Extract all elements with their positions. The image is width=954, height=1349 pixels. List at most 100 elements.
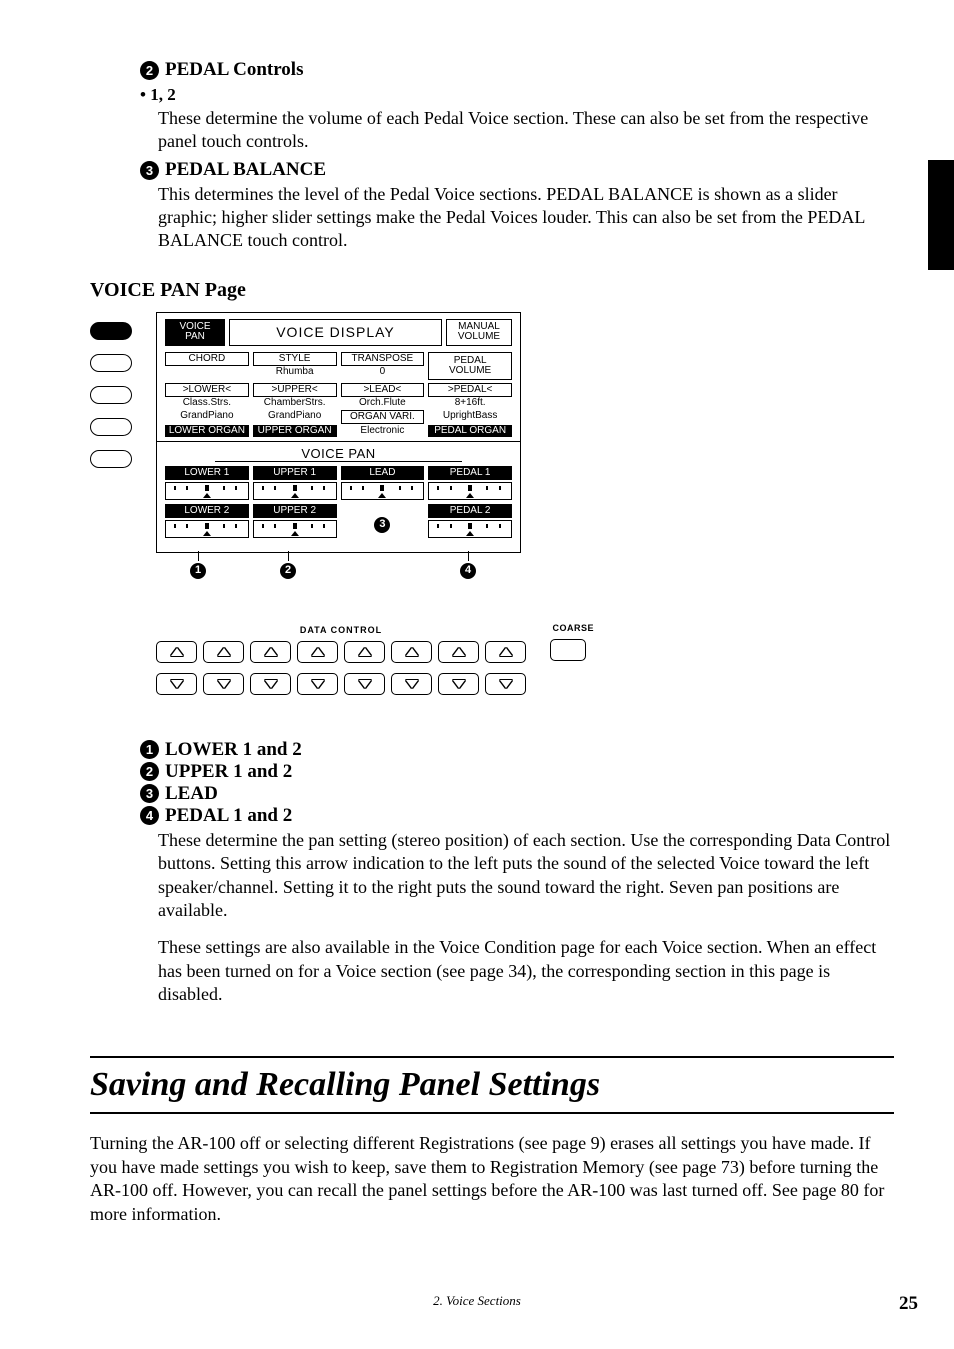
triangle-down-icon (312, 680, 324, 688)
r5-0: LOWER ORGAN (165, 425, 249, 437)
triangle-up-icon (171, 648, 183, 656)
voice-pan-tab: VOICE PAN (165, 319, 225, 346)
pedal-volume-cell: PEDAL VOLUME (428, 352, 512, 380)
r4-2: ORGAN VARI. (341, 410, 425, 424)
data-up-button (297, 641, 338, 663)
pan-slider (165, 520, 249, 538)
data-down-button (156, 673, 197, 695)
lead-head: >LEAD< (341, 383, 425, 397)
style-cell: STYLE (253, 352, 337, 366)
r4-0: GrandPiano (180, 410, 233, 422)
data-down-button (297, 673, 338, 695)
circled-4-icon: 4 (140, 806, 159, 825)
transpose-cell: TRANSPOSE (341, 352, 425, 366)
data-down-button (485, 673, 526, 695)
data-up-button (203, 641, 244, 663)
caption-text: UPPER 1 and 2 (165, 761, 292, 783)
callout-1-icon: 1 (190, 563, 206, 579)
data-down-button (391, 673, 432, 695)
circled-2-icon: 2 (140, 762, 159, 781)
caption-upper: 2 UPPER 1 and 2 (140, 761, 894, 783)
data-down-button (250, 673, 291, 695)
caption-lead: 3 LEAD (140, 783, 894, 805)
triangle-down-icon (453, 680, 465, 688)
data-up-button (156, 641, 197, 663)
data-up-button (250, 641, 291, 663)
caption-lower: 1 LOWER 1 and 2 (140, 739, 894, 761)
triangle-down-icon (171, 680, 183, 688)
saving-recalling-heading: Saving and Recalling Panel Settings (90, 1056, 894, 1104)
display-button-5 (90, 450, 132, 468)
pan-lower1: LOWER 1 (165, 466, 249, 480)
lead-val: Orch.Flute (359, 397, 406, 409)
caption-text: PEDAL 1 and 2 (165, 805, 292, 827)
data-up-button (344, 641, 385, 663)
pan-upper1: UPPER 1 (253, 466, 337, 480)
triangle-up-icon (312, 648, 324, 656)
r5-2: Electronic (360, 425, 404, 437)
data-up-button (438, 641, 479, 663)
callout-2-icon: 2 (280, 563, 296, 579)
pan-slider (428, 520, 512, 538)
heading-pedal-balance: 3 PEDAL BALANCE (140, 160, 894, 181)
coarse-button (550, 639, 586, 661)
triangle-up-icon (406, 648, 418, 656)
caption-text: LEAD (165, 783, 218, 805)
triangle-down-icon (406, 680, 418, 688)
circled-3-icon: 3 (140, 161, 159, 180)
triangle-up-icon (359, 648, 371, 656)
pan-slider (253, 482, 337, 500)
style-value: Rhumba (276, 366, 314, 378)
data-up-button (391, 641, 432, 663)
upper-head: >UPPER< (253, 383, 337, 397)
pan-explain-para2: These settings are also available in the… (158, 936, 894, 1006)
pan-lead: LEAD (341, 466, 425, 480)
pan-pedal1: PEDAL 1 (428, 466, 512, 480)
caption-text: LOWER 1 and 2 (165, 739, 302, 761)
triangle-up-icon (265, 648, 277, 656)
upper-val: ChamberStrs. (264, 397, 326, 409)
manual-volume-label: MANUAL VOLUME (446, 319, 512, 346)
triangle-up-icon (500, 648, 512, 656)
pan-slider (428, 482, 512, 500)
heading-text: PEDAL Controls (165, 60, 303, 81)
triangle-up-icon (453, 648, 465, 656)
lower-val: Class.Strs. (183, 397, 231, 409)
pan-slider (253, 520, 337, 538)
display-button-3 (90, 386, 132, 404)
data-down-button (438, 673, 479, 695)
data-control-label: DATA CONTROL (156, 625, 526, 635)
caption-pedal: 4 PEDAL 1 and 2 (140, 805, 894, 827)
pan-slider (341, 482, 425, 500)
pan-pedal2: PEDAL 2 (428, 504, 512, 518)
r4-3: UprightBass (443, 410, 497, 422)
circled-2-icon: 2 (140, 61, 159, 80)
r4-1: GrandPiano (268, 410, 321, 422)
bullet-1-2: • 1, 2 (140, 85, 894, 105)
transpose-value: 0 (380, 366, 386, 378)
r5-1: UPPER ORGAN (253, 425, 337, 437)
circled-1-icon: 1 (140, 740, 159, 759)
pan-slider (165, 482, 249, 500)
lcd-screen: VOICE PAN VOICE DISPLAY MANUAL VOLUME CH… (156, 312, 521, 553)
heading-text: PEDAL BALANCE (165, 160, 326, 181)
page-number: 25 (899, 1293, 918, 1315)
voice-display-label: VOICE DISPLAY (229, 319, 442, 346)
triangle-down-icon (500, 680, 512, 688)
triangle-up-icon (218, 648, 230, 656)
display-button-1 (90, 322, 132, 340)
callout-3-icon: 3 (374, 517, 390, 533)
callout-4-icon: 4 (460, 563, 476, 579)
data-up-button (485, 641, 526, 663)
footer-chapter: 2. Voice Sections (0, 1293, 954, 1309)
display-button-4 (90, 418, 132, 436)
pan-upper2: UPPER 2 (253, 504, 337, 518)
saving-recalling-para: Turning the AR-100 off or selecting diff… (90, 1132, 894, 1226)
circled-3-icon: 3 (140, 784, 159, 803)
lower-head: >LOWER< (165, 383, 249, 397)
display-button-2 (90, 354, 132, 372)
pedal-head: >PEDAL< (428, 383, 512, 397)
triangle-down-icon (218, 680, 230, 688)
heading-pedal-controls: 2 PEDAL Controls (140, 60, 894, 81)
data-down-button (344, 673, 385, 695)
